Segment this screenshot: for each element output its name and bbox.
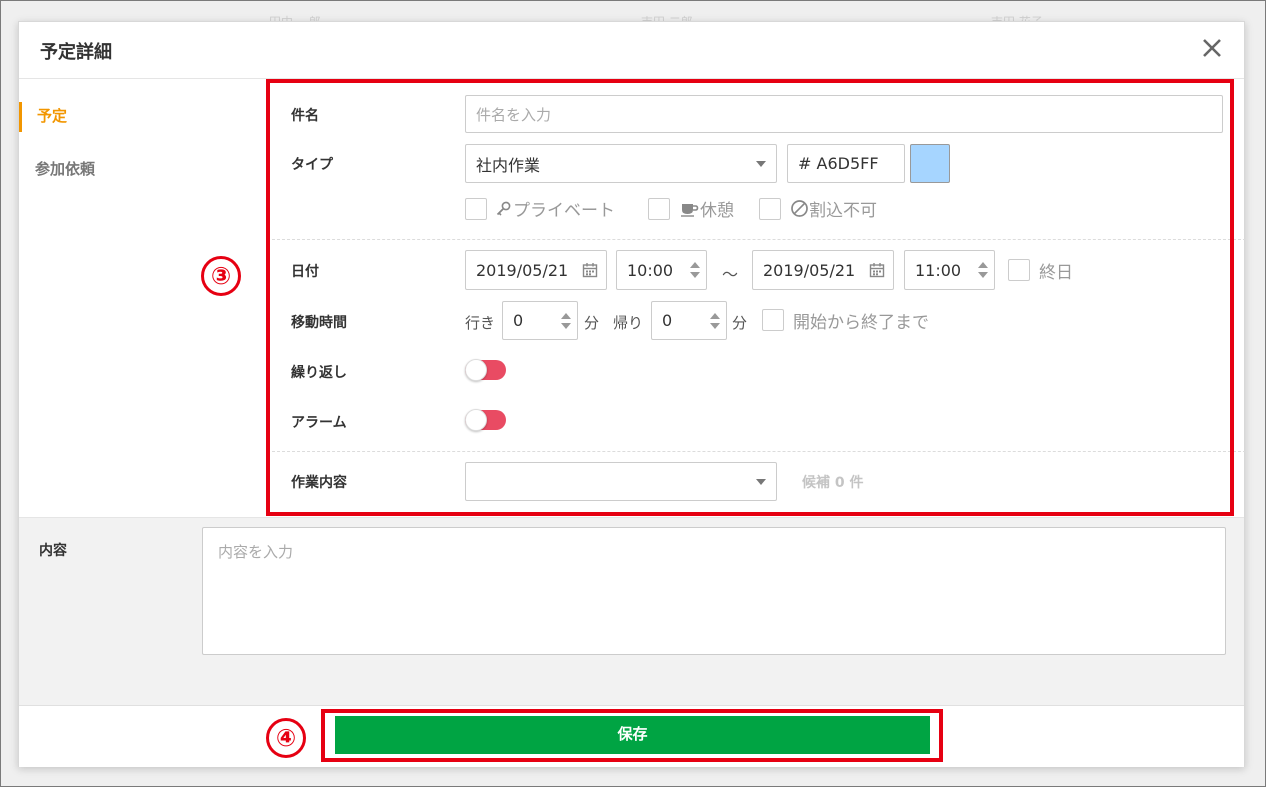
sidebar-item-schedule[interactable]: 予定 xyxy=(19,102,67,132)
close-icon xyxy=(1203,39,1221,57)
annotation-box-4 xyxy=(321,709,943,762)
content-label: 内容 xyxy=(39,543,67,559)
content-placeholder: 内容を入力 xyxy=(218,543,294,561)
callout-4: ④ xyxy=(266,718,306,758)
annotation-box-3 xyxy=(266,79,1234,516)
modal-header: 予定詳細 xyxy=(19,22,1244,79)
content-textarea[interactable]: 内容を入力 xyxy=(202,527,1226,655)
close-button[interactable] xyxy=(1198,34,1226,62)
modal-title: 予定詳細 xyxy=(40,42,112,63)
content-section: 内容 内容を入力 xyxy=(19,517,1244,705)
callout-3: ③ xyxy=(201,256,241,296)
sidebar-item-participation-request[interactable]: 参加依頼 xyxy=(19,158,95,179)
